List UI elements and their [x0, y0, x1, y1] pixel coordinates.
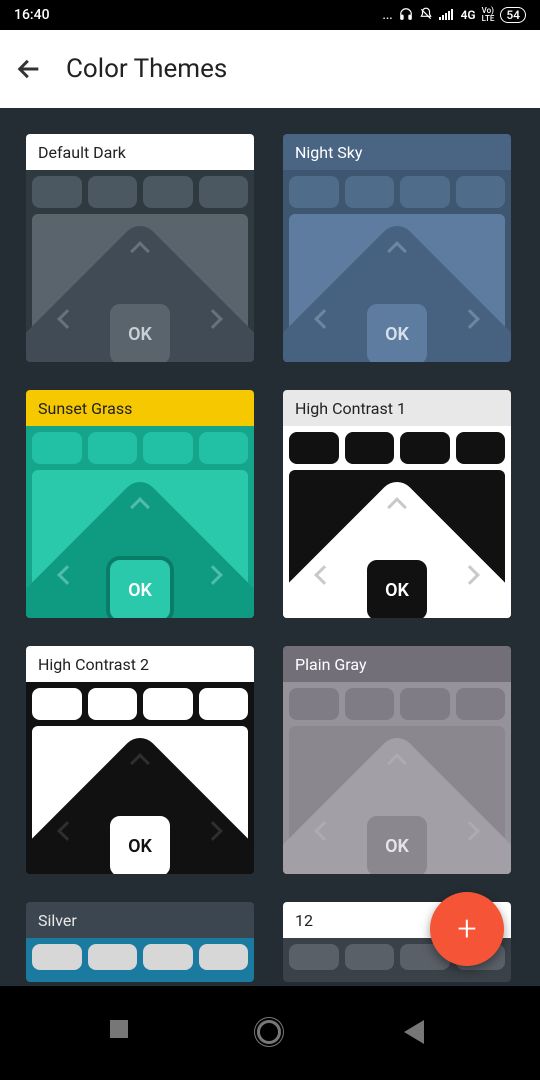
battery-indicator: 54 — [500, 7, 526, 23]
preview-button — [143, 176, 193, 208]
nav-back[interactable] — [404, 1020, 430, 1046]
back-button[interactable] — [10, 50, 48, 88]
system-nav-bar — [0, 986, 540, 1080]
nav-recents[interactable] — [110, 1020, 136, 1046]
nav-home[interactable] — [257, 1020, 283, 1046]
theme-preview: OK — [26, 682, 254, 874]
preview-button-row — [26, 938, 254, 976]
preview-ok-button: OK — [363, 812, 431, 874]
preview-button-row — [283, 682, 511, 726]
preview-button — [289, 944, 339, 970]
preview-ok-button: OK — [363, 556, 431, 618]
preview-button — [32, 688, 82, 720]
preview-button — [88, 176, 138, 208]
theme-card[interactable]: Sunset Grass OK — [26, 390, 254, 618]
signal-icon — [439, 8, 455, 23]
network-label: 4G — [461, 8, 476, 22]
theme-card[interactable]: High Contrast 1 OK — [283, 390, 511, 618]
preview-button — [199, 688, 249, 720]
theme-name-label: Plain Gray — [283, 646, 511, 682]
themes-grid: Default DarkOKNight SkyOKSunset GrassOKH… — [26, 134, 514, 982]
headphones-icon — [399, 7, 413, 24]
theme-preview: OK — [26, 426, 254, 618]
theme-name-label: High Contrast 1 — [283, 390, 511, 426]
theme-preview — [26, 938, 254, 982]
themes-content: Default DarkOKNight SkyOKSunset GrassOKH… — [0, 108, 540, 986]
preview-button-row — [26, 170, 254, 214]
theme-preview: OK — [26, 170, 254, 362]
preview-button — [289, 176, 339, 208]
preview-button-row — [26, 682, 254, 726]
status-dots: ... — [383, 8, 393, 22]
preview-ok-button: OK — [106, 556, 174, 618]
preview-button — [345, 944, 395, 970]
preview-button — [32, 176, 82, 208]
theme-preview: OK — [283, 170, 511, 362]
status-time: 16:40 — [14, 7, 50, 23]
theme-name-label: High Contrast 2 — [26, 646, 254, 682]
preview-button — [88, 944, 138, 970]
preview-button — [199, 944, 249, 970]
preview-button — [143, 944, 193, 970]
arrow-left-icon — [15, 55, 43, 83]
plus-icon: + — [457, 912, 476, 946]
preview-ok-button: OK — [106, 812, 174, 874]
page-title: Color Themes — [66, 54, 227, 84]
preview-button — [32, 432, 82, 464]
theme-preview: OK — [283, 426, 511, 618]
preview-button — [88, 432, 138, 464]
preview-button — [345, 176, 395, 208]
preview-button — [143, 432, 193, 464]
preview-button-row — [283, 426, 511, 470]
preview-ok-button: OK — [106, 300, 174, 362]
preview-button — [345, 688, 395, 720]
preview-button — [400, 688, 450, 720]
add-theme-fab[interactable]: + — [430, 892, 504, 966]
theme-name-label: Silver — [26, 902, 254, 938]
preview-button — [199, 176, 249, 208]
theme-preview: OK — [283, 682, 511, 874]
app-bar: Color Themes — [0, 30, 540, 108]
preview-button-row — [283, 170, 511, 214]
preview-button — [289, 688, 339, 720]
preview-button — [456, 176, 506, 208]
mute-icon — [419, 7, 433, 24]
theme-card[interactable]: Silver — [26, 902, 254, 982]
theme-name-label: Default Dark — [26, 134, 254, 170]
preview-ok-button: OK — [363, 300, 431, 362]
preview-button-row — [26, 426, 254, 470]
status-indicators: ... 4G Vo)LTE 54 — [383, 7, 526, 24]
status-bar: 16:40 ... 4G Vo)LTE 54 — [0, 0, 540, 30]
theme-card[interactable]: High Contrast 2 OK — [26, 646, 254, 874]
preview-button — [32, 944, 82, 970]
preview-button — [143, 688, 193, 720]
theme-card[interactable]: Default Dark OK — [26, 134, 254, 362]
preview-button — [345, 432, 395, 464]
theme-card[interactable]: Plain Gray OK — [283, 646, 511, 874]
preview-button — [400, 176, 450, 208]
theme-card[interactable]: Night Sky OK — [283, 134, 511, 362]
theme-name-label: Sunset Grass — [26, 390, 254, 426]
preview-button — [456, 432, 506, 464]
preview-button — [400, 432, 450, 464]
volte-label: Vo)LTE — [482, 7, 495, 23]
preview-button — [88, 688, 138, 720]
preview-button — [289, 432, 339, 464]
preview-button — [456, 688, 506, 720]
preview-button — [199, 432, 249, 464]
theme-name-label: Night Sky — [283, 134, 511, 170]
